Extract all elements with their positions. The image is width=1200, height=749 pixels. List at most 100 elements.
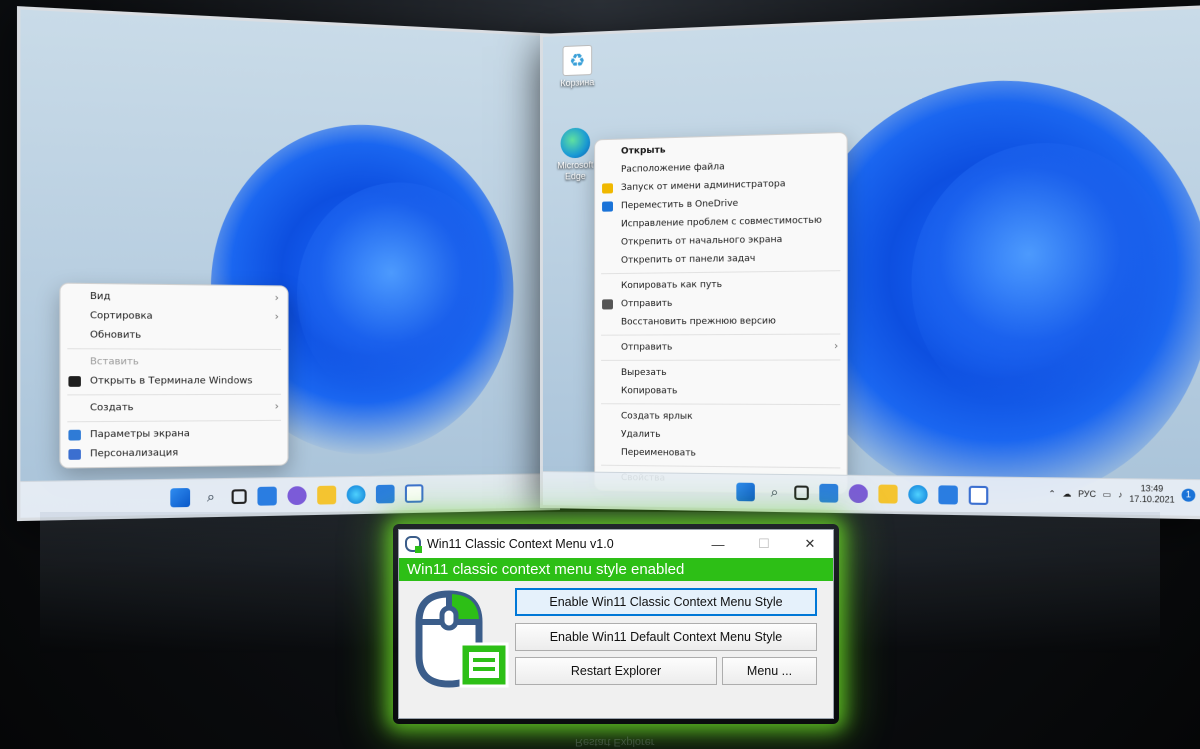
store-icon[interactable] [375, 484, 395, 503]
search-icon[interactable]: ⌕ [765, 483, 784, 502]
maximize-button[interactable]: ☐ [741, 530, 787, 558]
menu-item[interactable]: Вид › [60, 287, 287, 309]
explorer-icon[interactable] [878, 484, 898, 504]
notification-badge[interactable]: 1 [1181, 488, 1196, 502]
menu-item-label: Копировать [620, 386, 678, 397]
menu-item[interactable]: Удалить [595, 425, 847, 445]
menu-item[interactable]: Открепить от панели задач [595, 248, 847, 270]
app-body: Enable Win11 Classic Context Menu Style … [399, 581, 833, 718]
scene: Вид › Сортировка › Обновить Вставить Открыть в… [0, 0, 1200, 749]
menu-item-label: Восстановить прежнюю версию [620, 316, 776, 328]
cloud-icon[interactable]: ☁ [1063, 489, 1072, 499]
app-taskbar-icon[interactable] [404, 483, 424, 503]
menu-item[interactable]: Открыть в Терминале Windows [60, 372, 287, 391]
menu-item[interactable]: Персонализация [60, 443, 287, 465]
close-button[interactable]: ✕ [787, 530, 833, 558]
menu-item-label: Копировать как путь [620, 279, 723, 292]
mouse-logo-icon [409, 588, 509, 688]
app-taskbar-icon[interactable] [968, 485, 989, 505]
terminal-icon [68, 376, 81, 387]
enable-default-menu-button[interactable]: Enable Win11 Default Context Menu Style [515, 623, 817, 651]
menu-item[interactable]: Переименовать [595, 443, 847, 464]
edge-taskbar-icon[interactable] [346, 484, 366, 504]
menu-item[interactable]: Параметры экрана [60, 424, 287, 445]
menu-item-label: Удалить [620, 429, 661, 440]
menu-item[interactable]: Восстановить прежнюю версию [595, 312, 847, 332]
menu-item-label: Расположение файла [620, 162, 725, 175]
menu-item[interactable]: Создать ярлык [595, 407, 847, 427]
shield-icon [602, 183, 613, 194]
widgets-icon[interactable] [819, 483, 839, 503]
menu-item-label: Создать [89, 402, 134, 414]
widgets-icon[interactable] [257, 486, 277, 506]
menu-item[interactable]: Обновить [60, 326, 287, 346]
network-icon[interactable]: ▭ [1103, 489, 1111, 499]
menu-item-label: Отправить [620, 342, 673, 353]
start-icon[interactable] [170, 487, 191, 507]
app-window: Win11 Classic Context Menu v1.0 — ☐ ✕ Wi… [398, 529, 834, 719]
chevron-up-icon[interactable]: ⌃ [1048, 488, 1055, 498]
chat-icon[interactable] [287, 485, 307, 505]
menu-item-label: Запуск от имени администратора [620, 179, 786, 194]
menu-separator [601, 333, 841, 336]
menu-item[interactable]: Вырезать [595, 364, 847, 383]
system-tray: ⌃ ☁ РУС ▭ ♪ 13:49 17.10.2021 1 [1048, 483, 1196, 507]
language-indicator[interactable]: РУС [1078, 489, 1096, 499]
menu-item[interactable]: Копировать как путь [595, 274, 847, 295]
menu-separator [67, 419, 282, 423]
menu-item-label: Открепить от начального экрана [620, 234, 783, 248]
store-icon[interactable] [938, 484, 958, 505]
menu-separator [601, 464, 841, 469]
onedrive-icon [602, 201, 613, 212]
menu-separator [67, 393, 282, 396]
task-view-icon[interactable] [794, 484, 809, 500]
recycle-bin-icon: ♻ [562, 44, 593, 77]
minimize-button[interactable]: — [695, 530, 741, 558]
desktop-icon-label: Корзина [560, 76, 595, 89]
app-icon [405, 536, 422, 553]
clock-time: 13:49 [1140, 483, 1164, 494]
restart-explorer-button[interactable]: Restart Explorer [515, 657, 717, 685]
menu-item-label: Открыть [620, 145, 666, 157]
menu-item[interactable]: Отправить [595, 293, 847, 314]
start-icon[interactable] [736, 482, 755, 501]
window-title: Win11 Classic Context Menu v1.0 [427, 537, 614, 551]
app-window-glow: Win11 Classic Context Menu v1.0 — ☐ ✕ Wi… [393, 524, 839, 724]
menu-item-label: Переименовать [620, 447, 696, 459]
edge-taskbar-icon[interactable] [908, 484, 928, 504]
explorer-icon[interactable] [317, 485, 337, 505]
menu-item[interactable]: Сортировка › [60, 306, 287, 327]
search-icon[interactable]: ⌕ [201, 487, 221, 506]
menu-item[interactable]: Создать › [60, 398, 287, 418]
task-view-icon[interactable] [231, 488, 247, 504]
chat-icon[interactable] [848, 483, 868, 503]
menu-item[interactable]: Копировать [595, 382, 847, 401]
menu-item-label: Вырезать [620, 367, 667, 379]
right-desktop-screen: ♻ Корзина Microsoft Edge Открыть Располож… [540, 5, 1200, 520]
menu-separator [67, 348, 282, 351]
menu-separator [601, 270, 841, 275]
taskbar: ⌕ ⌃ ☁ РУС ▭ ♪ 13:49 17.10.2021 1 [542, 471, 1200, 517]
menu-item[interactable]: Отправить › [595, 338, 847, 357]
desktop-icon-edge[interactable]: Microsoft Edge [553, 127, 598, 183]
menu-item-label: Переместить в OneDrive [620, 198, 739, 212]
menu-item-label: Персонализация [89, 448, 179, 460]
menu-item-label: Обновить [89, 330, 142, 342]
chevron-right-icon: › [274, 401, 279, 413]
menu-button[interactable]: Menu ... [722, 657, 817, 685]
desktop-icon-label: Microsoft Edge [557, 159, 594, 182]
enable-classic-menu-button[interactable]: Enable Win11 Classic Context Menu Style [515, 588, 817, 616]
desktop-icon-recycle-bin[interactable]: ♻ Корзина [555, 44, 600, 89]
volume-icon[interactable]: ♪ [1118, 489, 1123, 499]
menu-item-label: Создать ярлык [620, 411, 693, 422]
menu-item-label: Открепить от панели задач [620, 253, 756, 266]
menu-item-label: Открыть в Терминале Windows [89, 376, 253, 387]
reflection-text: Restart Explorer [575, 736, 655, 748]
share-icon [602, 299, 613, 310]
display-settings-icon [68, 429, 81, 441]
menu-item-label: Вид [89, 291, 111, 303]
clock[interactable]: 13:49 17.10.2021 [1129, 484, 1174, 506]
menu-item-label: Сортировка [89, 310, 153, 322]
desktop-context-menu: Вид › Сортировка › Обновить Вставить Открыть в… [59, 282, 289, 469]
menu-separator [601, 359, 841, 361]
